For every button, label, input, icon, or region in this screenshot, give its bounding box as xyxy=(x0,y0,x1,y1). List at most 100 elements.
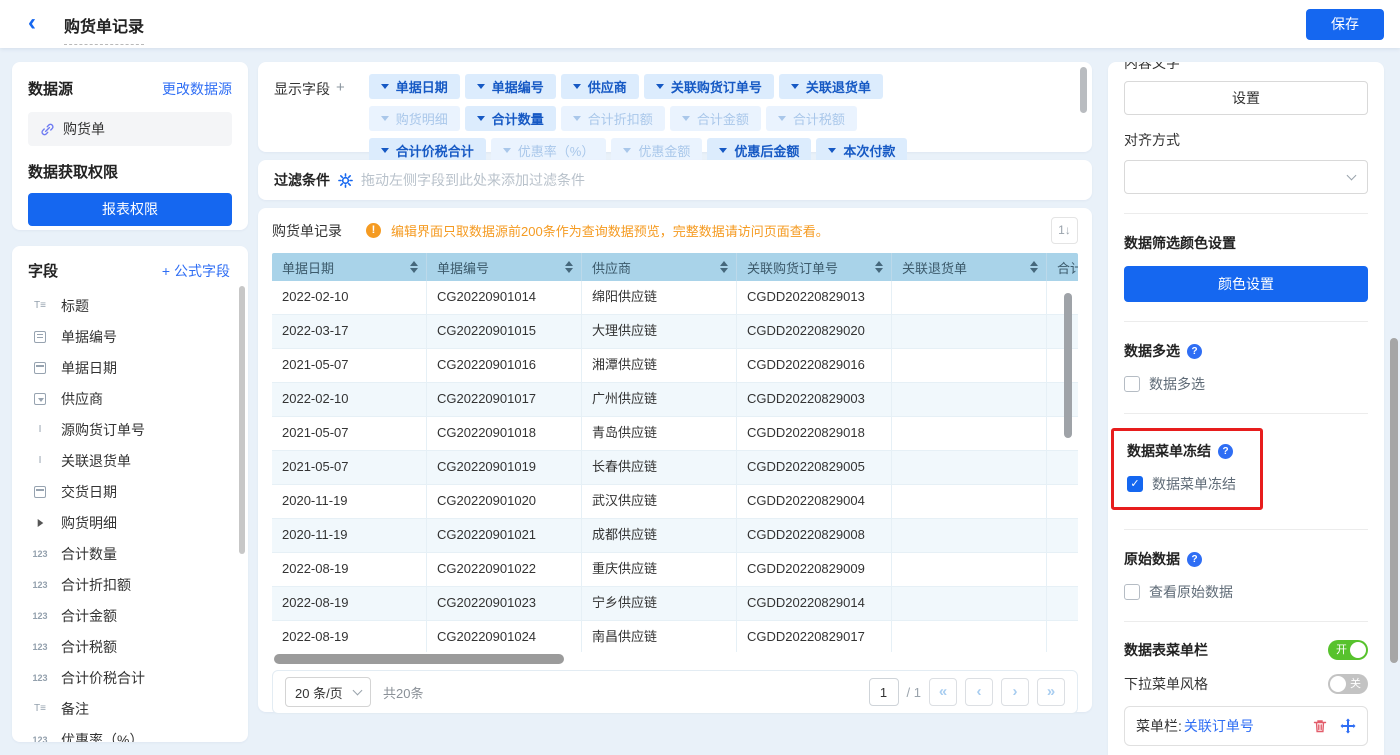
field-item[interactable]: 123 合计税额 xyxy=(28,631,238,662)
table-menu-bar-toggle[interactable]: 开 xyxy=(1328,640,1368,660)
field-item[interactable]: 123 合计数量 xyxy=(28,538,238,569)
delete-icon[interactable] xyxy=(1312,718,1328,734)
menu-bar-item-link[interactable]: 关联订单号 xyxy=(1184,716,1254,736)
divider xyxy=(1124,621,1368,622)
align-label: 对齐方式 xyxy=(1124,132,1180,148)
field-item[interactable]: 供应商 xyxy=(28,383,238,414)
table-vertical-scrollbar[interactable] xyxy=(1064,293,1072,438)
divider xyxy=(1124,321,1368,322)
content-settings-button[interactable]: 设置 xyxy=(1124,81,1368,115)
divider xyxy=(1124,413,1368,414)
field-chip[interactable]: 合计金额 xyxy=(669,106,761,131)
field-item[interactable]: 购货明细 xyxy=(28,507,238,538)
table-row: 2020-11-19 CG20220901021 成都供应链 CGDD20220829… xyxy=(272,519,1078,553)
table-row: 2022-02-10 CG20220901017 广州供应链 CGDD20220829… xyxy=(272,383,1078,417)
caret-down-icon xyxy=(828,148,837,153)
field-item[interactable]: I 关联退货单 xyxy=(28,445,238,476)
caret-down-icon xyxy=(655,84,664,89)
field-chip[interactable]: 关联退货单 xyxy=(778,74,883,99)
toggle-knob xyxy=(1350,642,1366,658)
field-chip[interactable]: 供应商 xyxy=(560,74,639,99)
field-chip[interactable]: 合计折扣额 xyxy=(560,106,665,131)
menu-freeze-checkbox[interactable]: ✓ xyxy=(1127,476,1143,492)
field-chip[interactable]: 合计数量 xyxy=(464,106,556,131)
document-icon xyxy=(28,330,52,343)
fields-scrollbar[interactable] xyxy=(239,286,245,554)
filter-panel[interactable]: 过滤条件 拖动左侧字段到此处来添加过滤条件 xyxy=(258,160,1092,200)
help-icon[interactable]: ? xyxy=(1187,343,1202,359)
sort-arrows-icon[interactable] xyxy=(404,261,418,273)
column-header[interactable]: 供应商 xyxy=(582,253,737,281)
column-header[interactable]: 关联退货单 xyxy=(892,253,1047,281)
title-icon: T≡ xyxy=(34,300,46,311)
align-select[interactable] xyxy=(1124,160,1368,194)
field-chip[interactable]: 合计税额 xyxy=(765,106,857,131)
first-page-button[interactable]: « xyxy=(929,678,957,706)
caret-down-icon xyxy=(623,148,632,153)
next-page-button[interactable]: › xyxy=(1001,678,1029,706)
field-item[interactable]: T≡ 备注 xyxy=(28,693,238,724)
menu-freeze-title: 数据菜单冻结 xyxy=(1127,443,1211,459)
field-chip[interactable]: 单据日期 xyxy=(368,74,460,99)
column-header[interactable]: 单据编号 xyxy=(427,253,582,281)
field-item[interactable]: 交货日期 xyxy=(28,476,238,507)
move-icon[interactable] xyxy=(1340,718,1356,734)
change-datasource-link[interactable]: 更改数据源 xyxy=(162,79,232,99)
field-chip[interactable]: 购货明细 xyxy=(368,106,460,131)
dropdown-style-toggle[interactable]: 关 xyxy=(1328,674,1368,694)
column-header[interactable]: 合计数量 xyxy=(1047,253,1078,281)
menu-bar-item[interactable]: 菜单栏: 关联订单号 xyxy=(1124,706,1368,746)
current-page-input[interactable]: 1 xyxy=(868,678,899,706)
scrollbar-thumb[interactable] xyxy=(274,654,564,664)
help-icon[interactable]: ? xyxy=(1218,443,1233,459)
field-item[interactable]: 单据日期 xyxy=(28,352,238,383)
field-item[interactable]: T≡ 标题 xyxy=(28,290,238,321)
field-item[interactable]: 123 合计价税合计 xyxy=(28,662,238,693)
column-header[interactable]: 关联购货订单号 xyxy=(737,253,892,281)
page-scrollbar[interactable] xyxy=(1390,338,1398,663)
report-permission-button[interactable]: 报表权限 xyxy=(28,193,232,226)
number-icon: 123 xyxy=(32,641,48,652)
gear-icon[interactable] xyxy=(338,172,353,188)
back-icon[interactable]: ‹ xyxy=(28,9,36,37)
column-header[interactable]: 单据日期 xyxy=(272,253,427,281)
add-display-field-button[interactable]: + xyxy=(336,79,345,96)
field-item[interactable]: I 源购货订单号 xyxy=(28,414,238,445)
filter-title: 过滤条件 xyxy=(274,172,330,188)
raw-data-checkbox[interactable] xyxy=(1124,584,1140,600)
save-button[interactable]: 保存 xyxy=(1306,9,1384,40)
caret-down-icon xyxy=(502,148,511,153)
field-item[interactable]: 123 合计折扣额 xyxy=(28,569,238,600)
field-chip[interactable]: 关联购货订单号 xyxy=(643,74,774,99)
number-icon: 123 xyxy=(32,734,48,743)
field-item[interactable]: 123 优惠率（%） xyxy=(28,724,238,743)
sort-arrows-icon[interactable] xyxy=(869,261,883,273)
expand-icon[interactable] xyxy=(28,518,52,528)
multi-select-checkbox[interactable] xyxy=(1124,376,1140,392)
color-settings-button[interactable]: 颜色设置 xyxy=(1124,266,1368,302)
table-horizontal-scrollbar[interactable] xyxy=(272,654,1078,664)
sort-arrows-icon[interactable] xyxy=(559,261,573,273)
help-icon[interactable]: ? xyxy=(1187,551,1202,567)
prev-page-button[interactable]: ‹ xyxy=(965,678,993,706)
caret-down-icon xyxy=(719,148,728,153)
menu-bar-item-prefix: 菜单栏: xyxy=(1136,718,1182,734)
add-formula-field-link[interactable]: + 公式字段 xyxy=(162,261,230,281)
datasource-item[interactable]: 购货单 xyxy=(28,112,232,146)
sort-arrows-icon[interactable] xyxy=(1024,261,1038,273)
field-item[interactable]: 123 合计金额 xyxy=(28,600,238,631)
multi-select-title: 数据多选 xyxy=(1124,343,1180,359)
chips-scrollbar[interactable] xyxy=(1080,67,1087,113)
sort-arrows-icon[interactable] xyxy=(714,261,728,273)
table-row: 2022-08-19 CG20220901023 宁乡供应链 CGDD20220829… xyxy=(272,587,1078,621)
sort-button[interactable]: 1↓ xyxy=(1051,217,1078,244)
table-title: 购货单记录 xyxy=(272,222,342,239)
dropdown-style-label: 下拉菜单风格 xyxy=(1124,676,1208,692)
table-panel: 购货单记录 ! 编辑界面只取数据源前200条作为查询数据预览，完整数据请访问页面… xyxy=(258,208,1092,714)
field-chip[interactable]: 单据编号 xyxy=(464,74,556,99)
page-size-select[interactable]: 20 条/页 xyxy=(285,677,371,707)
field-item[interactable]: 单据编号 xyxy=(28,321,238,352)
display-fields-panel: 显示字段 + 单据日期 单据编号 供应商 关联购货订单号 关联退货单 购货明细 … xyxy=(258,62,1092,163)
table-header-row: 单据日期 单据编号 供应商 关联购货订单号 关联退货单 合计数量 xyxy=(272,253,1078,281)
last-page-button[interactable]: » xyxy=(1037,678,1065,706)
